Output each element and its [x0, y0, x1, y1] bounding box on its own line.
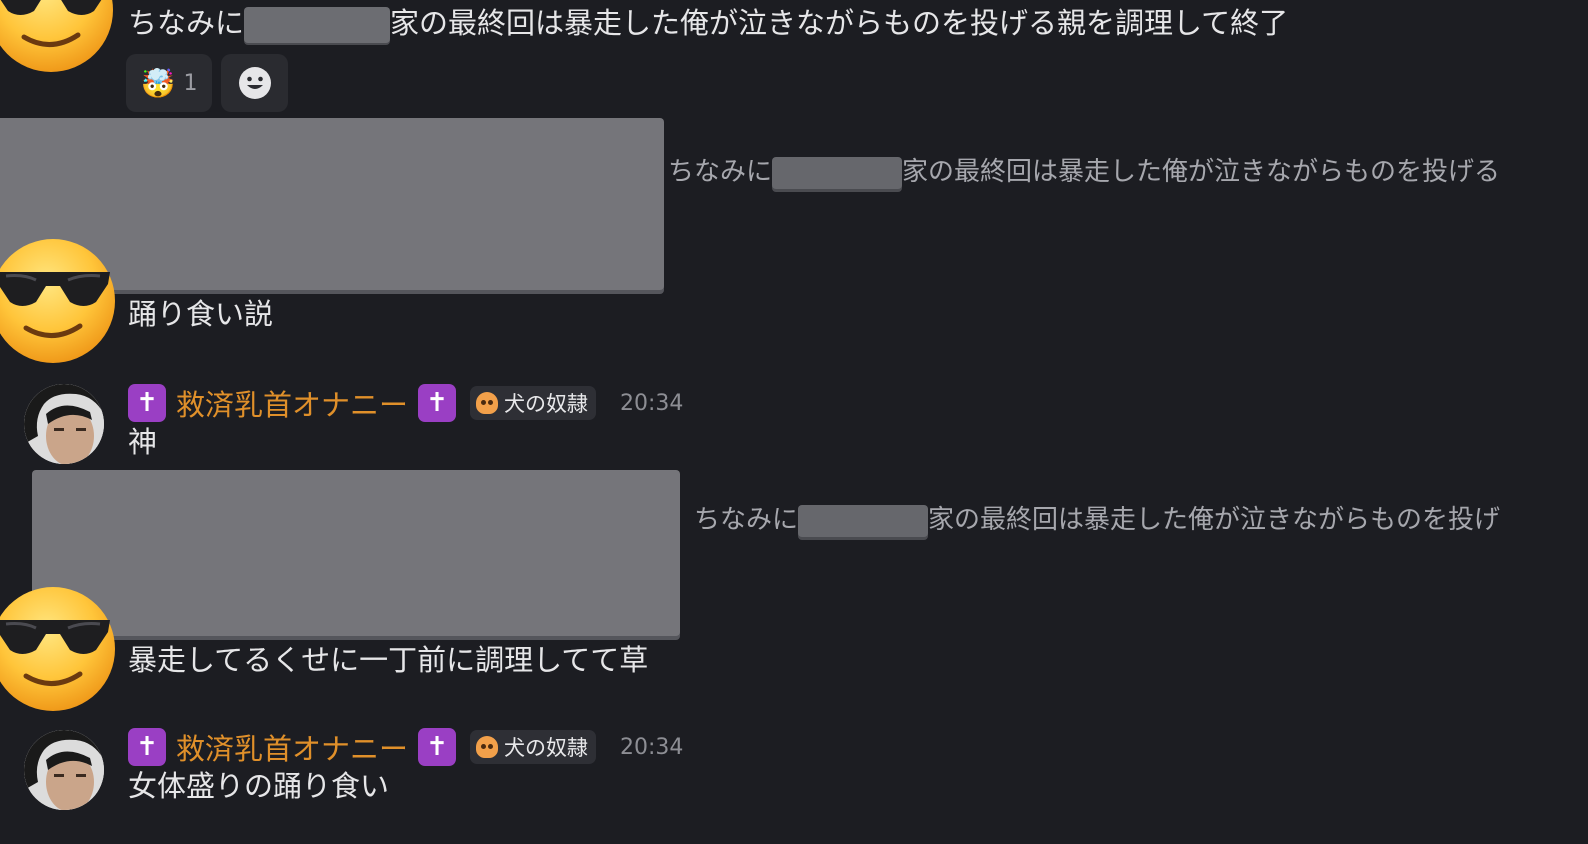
message-text: ちなみに 家の最終回は暴走した俺が泣きながらものを投げる親を調理して終了 [128, 5, 1288, 43]
user-photo [24, 384, 104, 464]
message-text: 踊り食い説 [128, 297, 274, 331]
avatar[interactable] [24, 730, 104, 810]
message-3: ✝ 救済乳首オナニー ✝ 犬の奴隷 20:34 神 [0, 378, 1588, 468]
smiling-face-with-sunglasses-icon[interactable] [0, 584, 118, 714]
message-text: 暴走してるくせに一丁前に調理してて草 [128, 643, 649, 677]
smiling-face-with-sunglasses-icon[interactable] [0, 236, 118, 366]
username[interactable]: 救済乳首オナニー [176, 726, 408, 768]
message-header: ✝ 救済乳首オナニー ✝ 犬の奴隷 20:34 [128, 726, 683, 768]
cross-icon: ✝ [128, 728, 166, 766]
message-1: ちなみに 家の最終回は暴走した俺が泣きながらものを投げる親を調理して終了 🤯 1 [0, 0, 1588, 118]
message-text: 神 [128, 425, 158, 459]
redacted-block [772, 156, 903, 189]
blurred-image[interactable] [32, 470, 680, 636]
exploding-head-icon: 🤯 [140, 66, 176, 100]
message-4: ちなみに 家の最終回は暴走した俺が泣きながらものを投げ 暴走してるくせに一丁前に調… [0, 470, 1588, 710]
message-text: 女体盛りの踊り食い [128, 769, 390, 803]
reply-preview[interactable]: ちなみに 家の最終回は暴走した俺が泣きながらものを投げ [694, 504, 1500, 537]
cross-icon: ✝ [128, 384, 166, 422]
cross-icon: ✝ [418, 384, 457, 422]
user-photo [24, 730, 104, 810]
redacted-block [244, 7, 391, 43]
reaction-count: 1 [183, 70, 198, 96]
role-badge[interactable]: 犬の奴隷 [470, 730, 597, 764]
add-reaction-button[interactable] [221, 54, 288, 112]
reaction-pill[interactable]: 🤯 1 [126, 54, 212, 112]
message-5: ✝ 救済乳首オナニー ✝ 犬の奴隷 20:34 女体盛りの踊り食い [0, 722, 1588, 822]
skull-icon [476, 736, 499, 758]
skull-icon [476, 392, 499, 414]
timestamp: 20:34 [620, 390, 684, 416]
reply-preview[interactable]: ちなみに 家の最終回は暴走した俺が泣きながらものを投げる [668, 156, 1500, 189]
timestamp: 20:34 [620, 734, 684, 760]
avatar[interactable] [24, 384, 104, 464]
message-header: ✝ 救済乳首オナニー ✝ 犬の奴隷 20:34 [128, 382, 683, 424]
message-2: ちなみに 家の最終回は暴走した俺が泣きながらものを投げる 踊り食い説 [0, 118, 1588, 368]
redacted-block [798, 504, 929, 537]
smiling-face-with-sunglasses-icon[interactable] [0, 0, 116, 75]
smiley-add-icon [238, 67, 271, 99]
username[interactable]: 救済乳首オナニー [176, 382, 408, 424]
role-badge[interactable]: 犬の奴隷 [470, 386, 597, 420]
cross-icon: ✝ [418, 728, 457, 766]
